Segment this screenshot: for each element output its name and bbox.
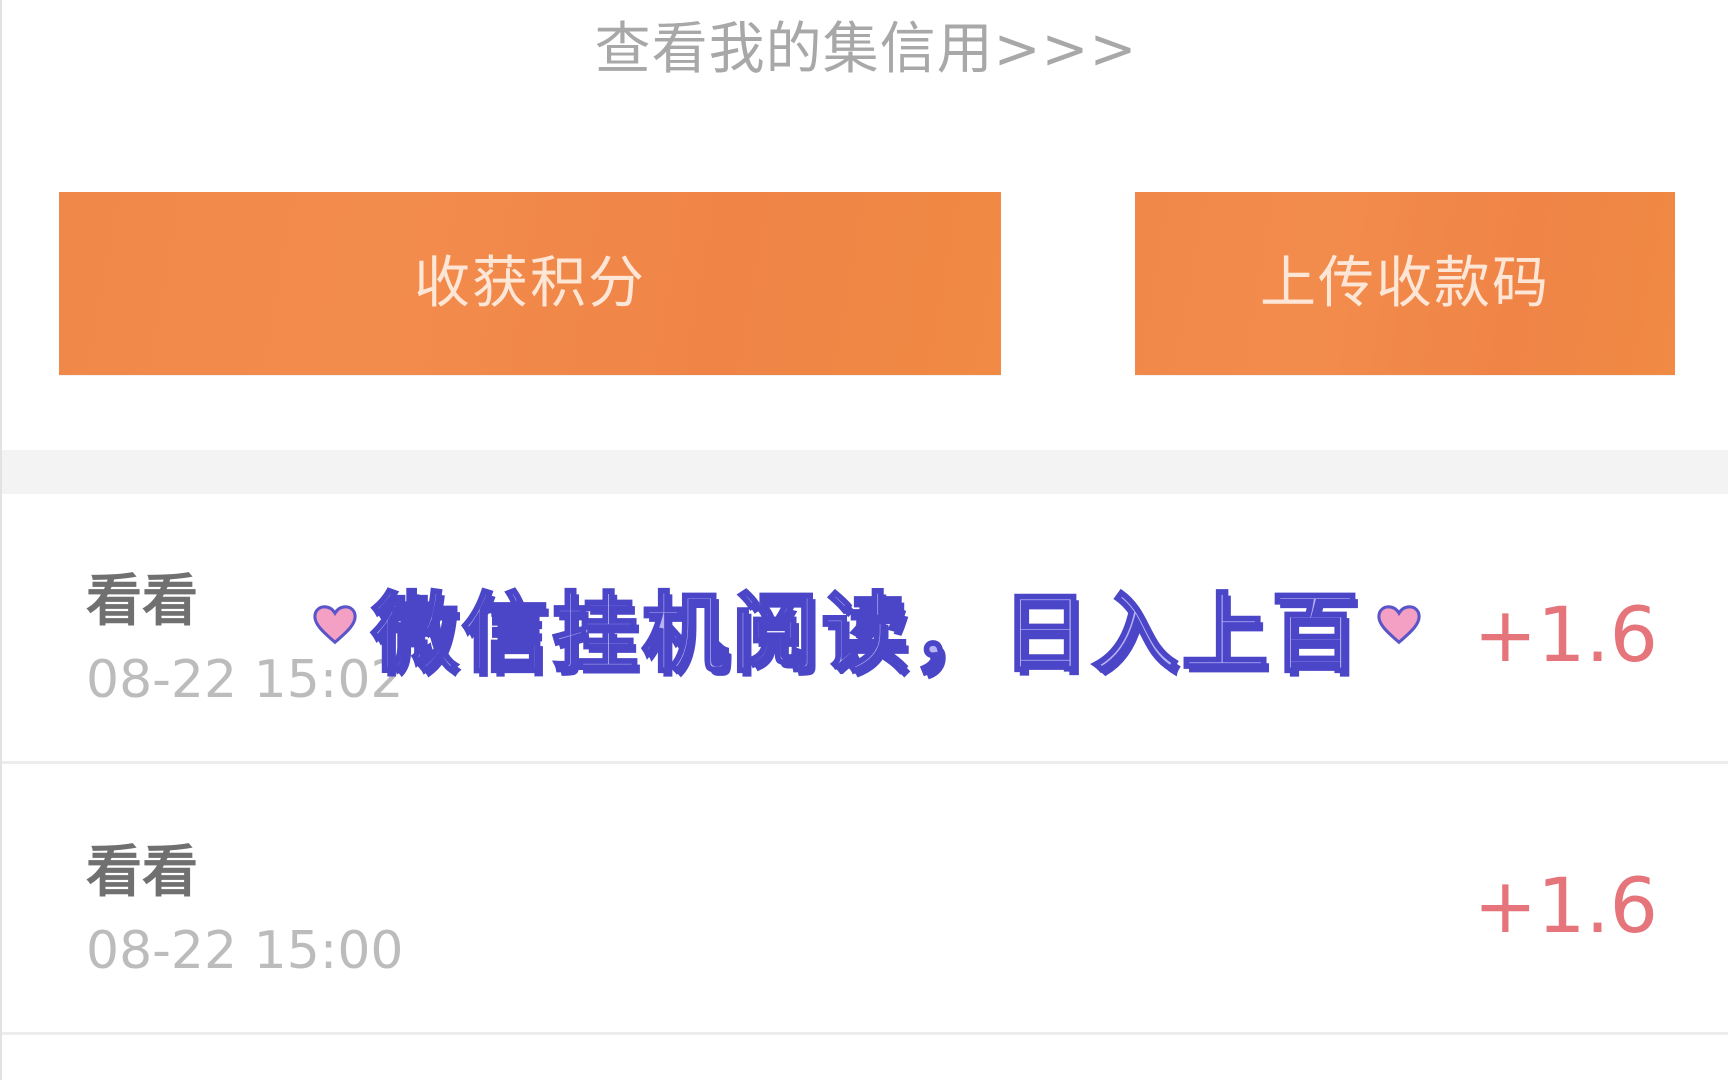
record-time: 08-22 15:00 bbox=[86, 921, 404, 981]
collect-points-button[interactable]: 收获积分 bbox=[59, 192, 1001, 375]
upload-payment-code-button[interactable]: 上传收款码 bbox=[1135, 192, 1675, 375]
record-amount: +1.6 bbox=[1473, 861, 1658, 950]
heart-icon bbox=[1377, 605, 1421, 645]
caption-overlay: 微信挂机阅读，日入上百 bbox=[312, 570, 1422, 685]
record-title: 看看 bbox=[86, 840, 198, 905]
view-credit-link[interactable]: 查看我的集信用>>> bbox=[2, 14, 1728, 86]
caption-text: 微信挂机阅读，日入上百 bbox=[371, 582, 1362, 685]
page: 查看我的集信用>>> 收获积分 上传收款码 看看 08-22 15:02 +1.… bbox=[0, 0, 1728, 1080]
record-amount: +1.6 bbox=[1473, 590, 1658, 679]
record-item[interactable]: 看看 08-22 15:00 +1.6 bbox=[2, 765, 1728, 1035]
section-divider bbox=[2, 450, 1728, 494]
record-title: 看看 bbox=[86, 569, 198, 634]
heart-icon bbox=[313, 605, 357, 645]
